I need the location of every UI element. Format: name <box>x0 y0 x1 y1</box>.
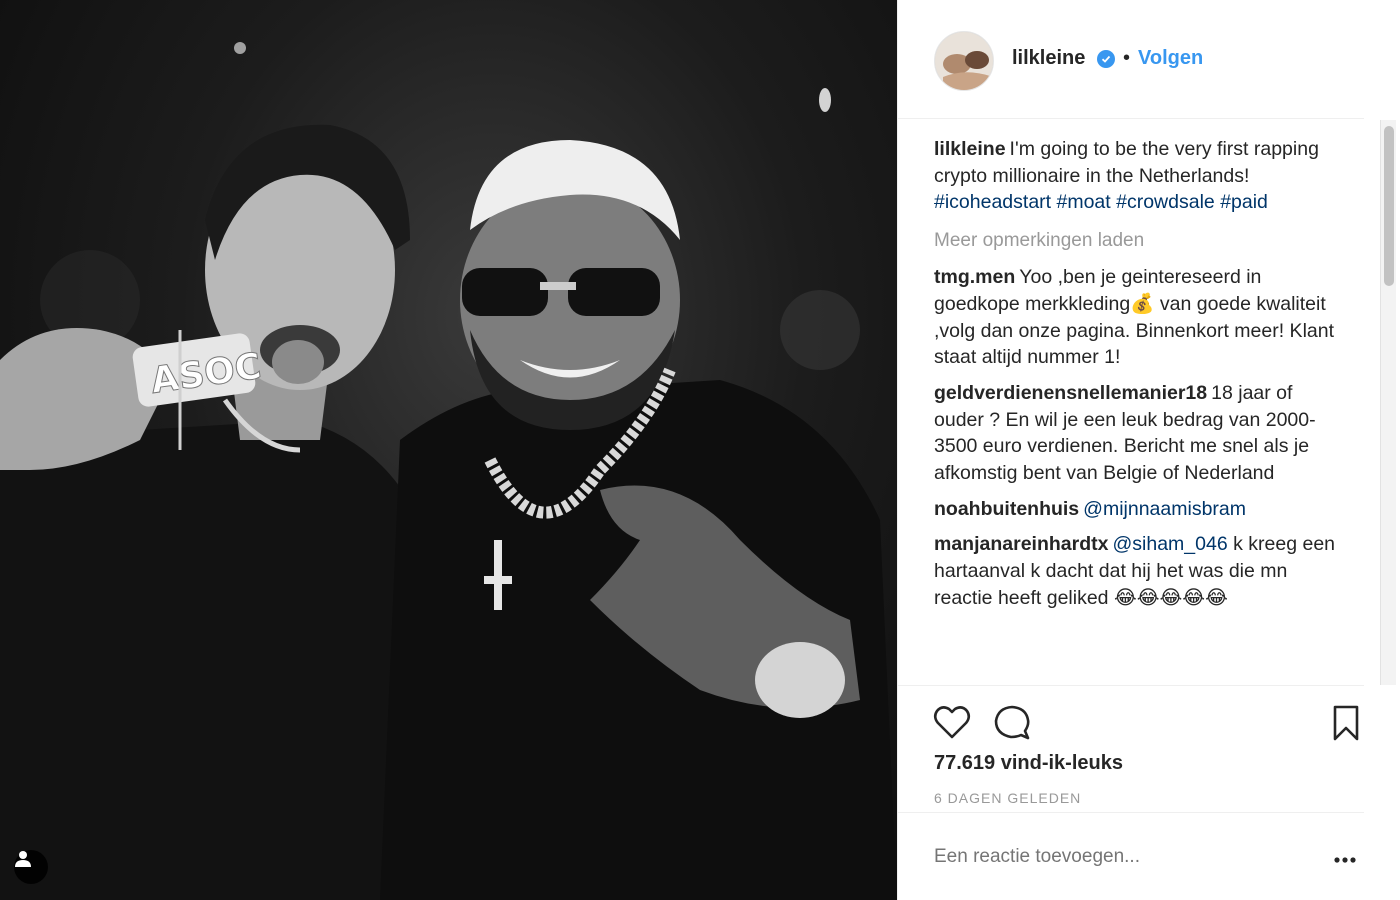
comment-item: tmg.men Yoo ,ben je geintereseerd in goed… <box>934 264 1340 371</box>
bookmark-icon[interactable] <box>1326 703 1366 743</box>
speech-bubble-icon[interactable] <box>992 703 1032 743</box>
mention-link[interactable]: @mijnnaamisbram <box>1083 498 1246 520</box>
verified-badge-icon <box>1097 50 1115 68</box>
post-photo[interactable]: ASOC <box>0 0 897 900</box>
comment-item: noahbuitenhuis @mijnnaamisbram <box>934 496 1340 523</box>
hashtag-link[interactable]: #icoheadstart <box>934 191 1051 213</box>
post-side-panel: lilkleine • Volgen lilkleine I'm going to… <box>897 0 1400 900</box>
post-timestamp[interactable]: 6 DAGEN GELEDEN <box>934 790 1081 806</box>
ellipsis-icon[interactable] <box>1330 848 1360 872</box>
separator-dot: • <box>1123 47 1131 69</box>
avatar[interactable] <box>934 31 994 91</box>
comment-username[interactable]: manjanareinhardtx <box>934 533 1108 555</box>
add-comment-input[interactable] <box>934 846 1294 868</box>
mention-link[interactable]: @siham_046 <box>1112 533 1227 555</box>
person-tag-icon <box>15 851 31 867</box>
heart-icon[interactable] <box>932 703 972 743</box>
scrollbar-thumb[interactable] <box>1384 126 1394 286</box>
post-header: lilkleine • Volgen <box>898 0 1364 119</box>
follow-button[interactable]: Volgen <box>1138 47 1203 70</box>
likes-count[interactable]: 77.619 vind-ik-leuks <box>934 752 1123 775</box>
comment-username[interactable]: tmg.men <box>934 266 1015 288</box>
photo-illustration: ASOC <box>0 42 897 900</box>
hashtag-link[interactable]: #moat <box>1057 191 1111 213</box>
avatar-image <box>935 32 993 90</box>
post-author-username[interactable]: lilkleine <box>1012 47 1085 70</box>
comment-username[interactable]: geldverdienensnellemanier18 <box>934 382 1207 404</box>
comment-username[interactable]: noahbuitenhuis <box>934 498 1079 520</box>
hashtag-link[interactable]: #crowdsale <box>1116 191 1215 213</box>
hashtag-link[interactable]: #paid <box>1220 191 1268 213</box>
caption: lilkleine I'm going to be the very first … <box>934 136 1340 216</box>
post-actions: 77.619 vind-ik-leuks 6 DAGEN GELEDEN <box>898 685 1364 813</box>
load-more-comments-button[interactable]: Meer opmerkingen laden <box>934 228 1340 254</box>
comment-item: geldverdienensnellemanier18 18 jaar of ou… <box>934 380 1340 487</box>
comment-item: manjanareinhardtx @siham_046 k kreeg een … <box>934 531 1340 611</box>
caption-username[interactable]: lilkleine <box>934 138 1006 160</box>
comments-scrollbar[interactable] <box>1380 120 1396 685</box>
comments-list[interactable]: lilkleine I'm going to be the very first … <box>934 136 1340 684</box>
tag-people-button[interactable] <box>14 850 48 884</box>
